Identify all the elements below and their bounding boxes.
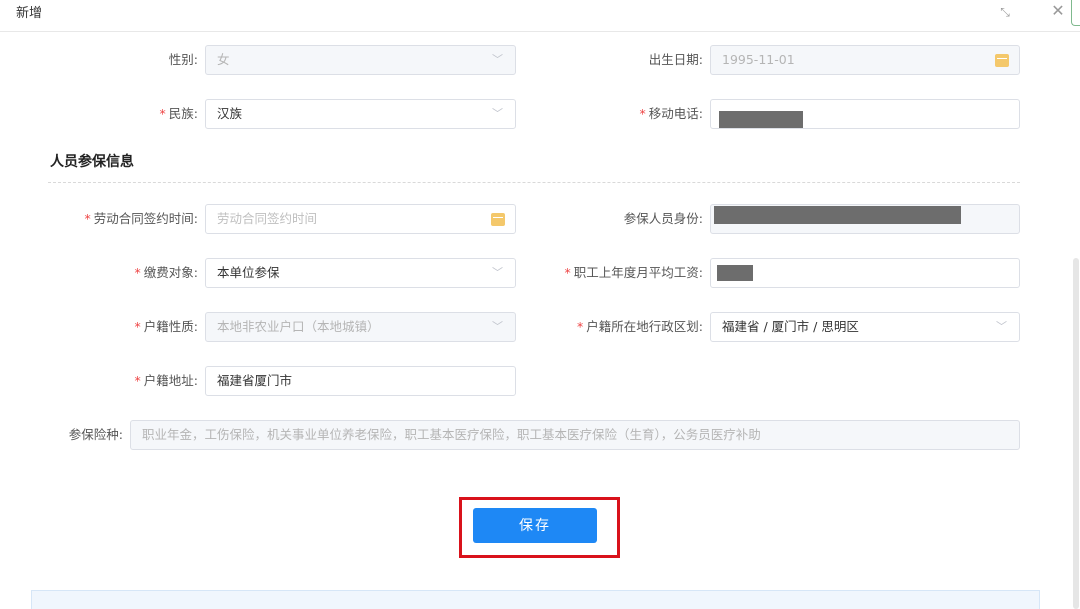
- mobile-label: * 移动电话:: [639, 106, 703, 121]
- insured-identity-field: [710, 204, 1020, 234]
- insurance-types-label: 参保险种:: [68, 427, 123, 442]
- contract-date-label: * 劳动合同签约时间:: [84, 211, 198, 226]
- dialog-header: 新增 ⤡ ✕: [0, 0, 1080, 32]
- insured-identity-label: 参保人员身份:: [623, 211, 703, 226]
- redacted-value: [714, 206, 961, 224]
- gender-select[interactable]: 女 ﹀: [205, 45, 516, 75]
- mobile-input[interactable]: [710, 99, 1020, 129]
- dialog-title: 新增: [16, 6, 43, 21]
- avg-wage-input[interactable]: [710, 258, 1020, 288]
- avg-wage-label: * 职工上年度月平均工资:: [564, 265, 703, 280]
- household-address-label: * 户籍地址:: [134, 373, 198, 388]
- payment-target-label: * 缴费对象:: [134, 265, 198, 280]
- calendar-icon: [491, 213, 505, 226]
- payment-target-select[interactable]: 本单位参保 ﹀: [205, 258, 516, 288]
- ethnicity-select[interactable]: 汉族 ﹀: [205, 99, 516, 129]
- redacted-value: [717, 265, 753, 281]
- household-region-label: * 户籍所在地行政区划:: [577, 319, 703, 334]
- section-divider: [48, 182, 1020, 183]
- gender-label: 性别:: [168, 52, 198, 67]
- redacted-value: [719, 111, 803, 128]
- scrollbar-thumb[interactable]: [1073, 258, 1079, 609]
- maximize-icon[interactable]: ⤡: [996, 3, 1014, 21]
- household-region-cascader[interactable]: 福建省 / 厦门市 / 思明区 ﹀: [710, 312, 1020, 342]
- chevron-down-icon: ﹀: [492, 53, 503, 66]
- chevron-down-icon: ﹀: [492, 320, 503, 333]
- household-type-select[interactable]: 本地非农业户口（本地城镇） ﹀: [205, 312, 516, 342]
- insurance-types-field: 职业年金，工伤保险，机关事业单位养老保险，职工基本医疗保险，职工基本医疗保险（生…: [130, 420, 1020, 450]
- birth-date-label: 出生日期:: [648, 52, 703, 67]
- ethnicity-label: * 民族:: [159, 106, 198, 121]
- close-icon[interactable]: ✕: [1048, 0, 1068, 22]
- chevron-down-icon: ﹀: [492, 107, 503, 120]
- edge-tab: [1071, 0, 1080, 26]
- chevron-down-icon: ﹀: [996, 320, 1007, 333]
- info-panel: [31, 590, 1040, 609]
- birth-date-picker[interactable]: 1995-11-01: [710, 45, 1020, 75]
- chevron-down-icon: ﹀: [492, 266, 503, 279]
- save-button[interactable]: 保存: [473, 508, 597, 543]
- household-address-input[interactable]: 福建省厦门市: [205, 366, 516, 396]
- household-type-label: * 户籍性质:: [134, 319, 198, 334]
- contract-date-picker[interactable]: 劳动合同签约时间: [205, 204, 516, 234]
- section-title: 人员参保信息: [50, 154, 134, 170]
- calendar-icon: [995, 54, 1009, 67]
